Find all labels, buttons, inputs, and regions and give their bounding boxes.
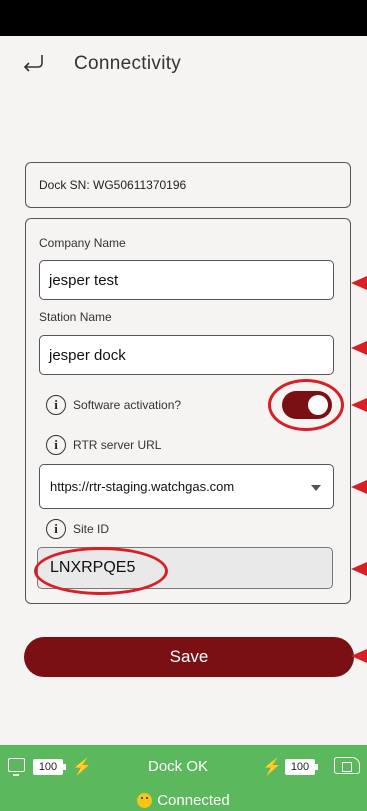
rtr-server-row: i RTR server URL — [46, 435, 161, 455]
status-footer: 100 ⚡ Dock OK ⚡ 100 Connected — [0, 745, 367, 811]
company-name-input[interactable]: jesper test — [39, 260, 334, 300]
chevron-down-icon — [311, 485, 321, 491]
toggle-knob — [308, 395, 328, 415]
info-icon[interactable]: i — [46, 435, 66, 455]
software-activation-label: Software activation? — [73, 398, 182, 412]
site-id-field: LNXRPQE5 — [37, 547, 333, 589]
battery-icon: 100 — [33, 759, 66, 775]
info-icon[interactable]: i — [46, 519, 66, 539]
smiley-icon — [137, 792, 153, 808]
company-name-label: Company Name — [39, 236, 126, 250]
dock-sn-label: Dock SN: WG50611370196 — [39, 178, 187, 192]
annotation-arrow — [351, 480, 367, 494]
monitor-icon — [8, 758, 25, 776]
annotation-arrow — [351, 649, 367, 663]
software-activation-toggle[interactable] — [282, 391, 332, 419]
site-id-label: Site ID — [73, 522, 110, 536]
footer-status-row: 100 ⚡ Dock OK ⚡ 100 — [0, 745, 367, 789]
site-id-value: LNXRPQE5 — [50, 559, 136, 576]
rtr-server-value: https://rtr-staging.watchgas.com — [50, 479, 235, 494]
station-name-input[interactable]: jesper dock — [39, 335, 334, 375]
back-arrow-icon[interactable] — [20, 50, 46, 76]
page-title: Connectivity — [74, 53, 182, 74]
software-activation-row: i Software activation? — [46, 395, 181, 415]
site-id-row: i Site ID — [46, 519, 109, 539]
annotation-arrow — [351, 562, 367, 576]
rtr-server-label: RTR server URL — [73, 438, 162, 452]
station-name-label: Station Name — [39, 310, 112, 324]
save-button[interactable]: Save — [24, 637, 354, 677]
dock-icon — [334, 757, 360, 774]
annotation-arrow — [351, 276, 367, 290]
rtr-server-select[interactable]: https://rtr-staging.watchgas.com — [39, 464, 334, 509]
status-bar — [0, 0, 367, 36]
connection-text: Connected — [157, 791, 230, 809]
battery-icon: 100 — [285, 759, 318, 775]
dock-status-text: Dock OK — [148, 758, 209, 775]
dock-sn-field: Dock SN: WG50611370196 — [25, 162, 351, 208]
connection-status: Connected — [0, 789, 367, 811]
bolt-icon: ⚡ — [262, 759, 282, 776]
bolt-icon: ⚡ — [72, 759, 92, 776]
annotation-arrow — [351, 398, 367, 412]
annotation-arrow — [351, 341, 367, 355]
header: Connectivity — [0, 36, 367, 92]
info-icon[interactable]: i — [46, 395, 66, 415]
